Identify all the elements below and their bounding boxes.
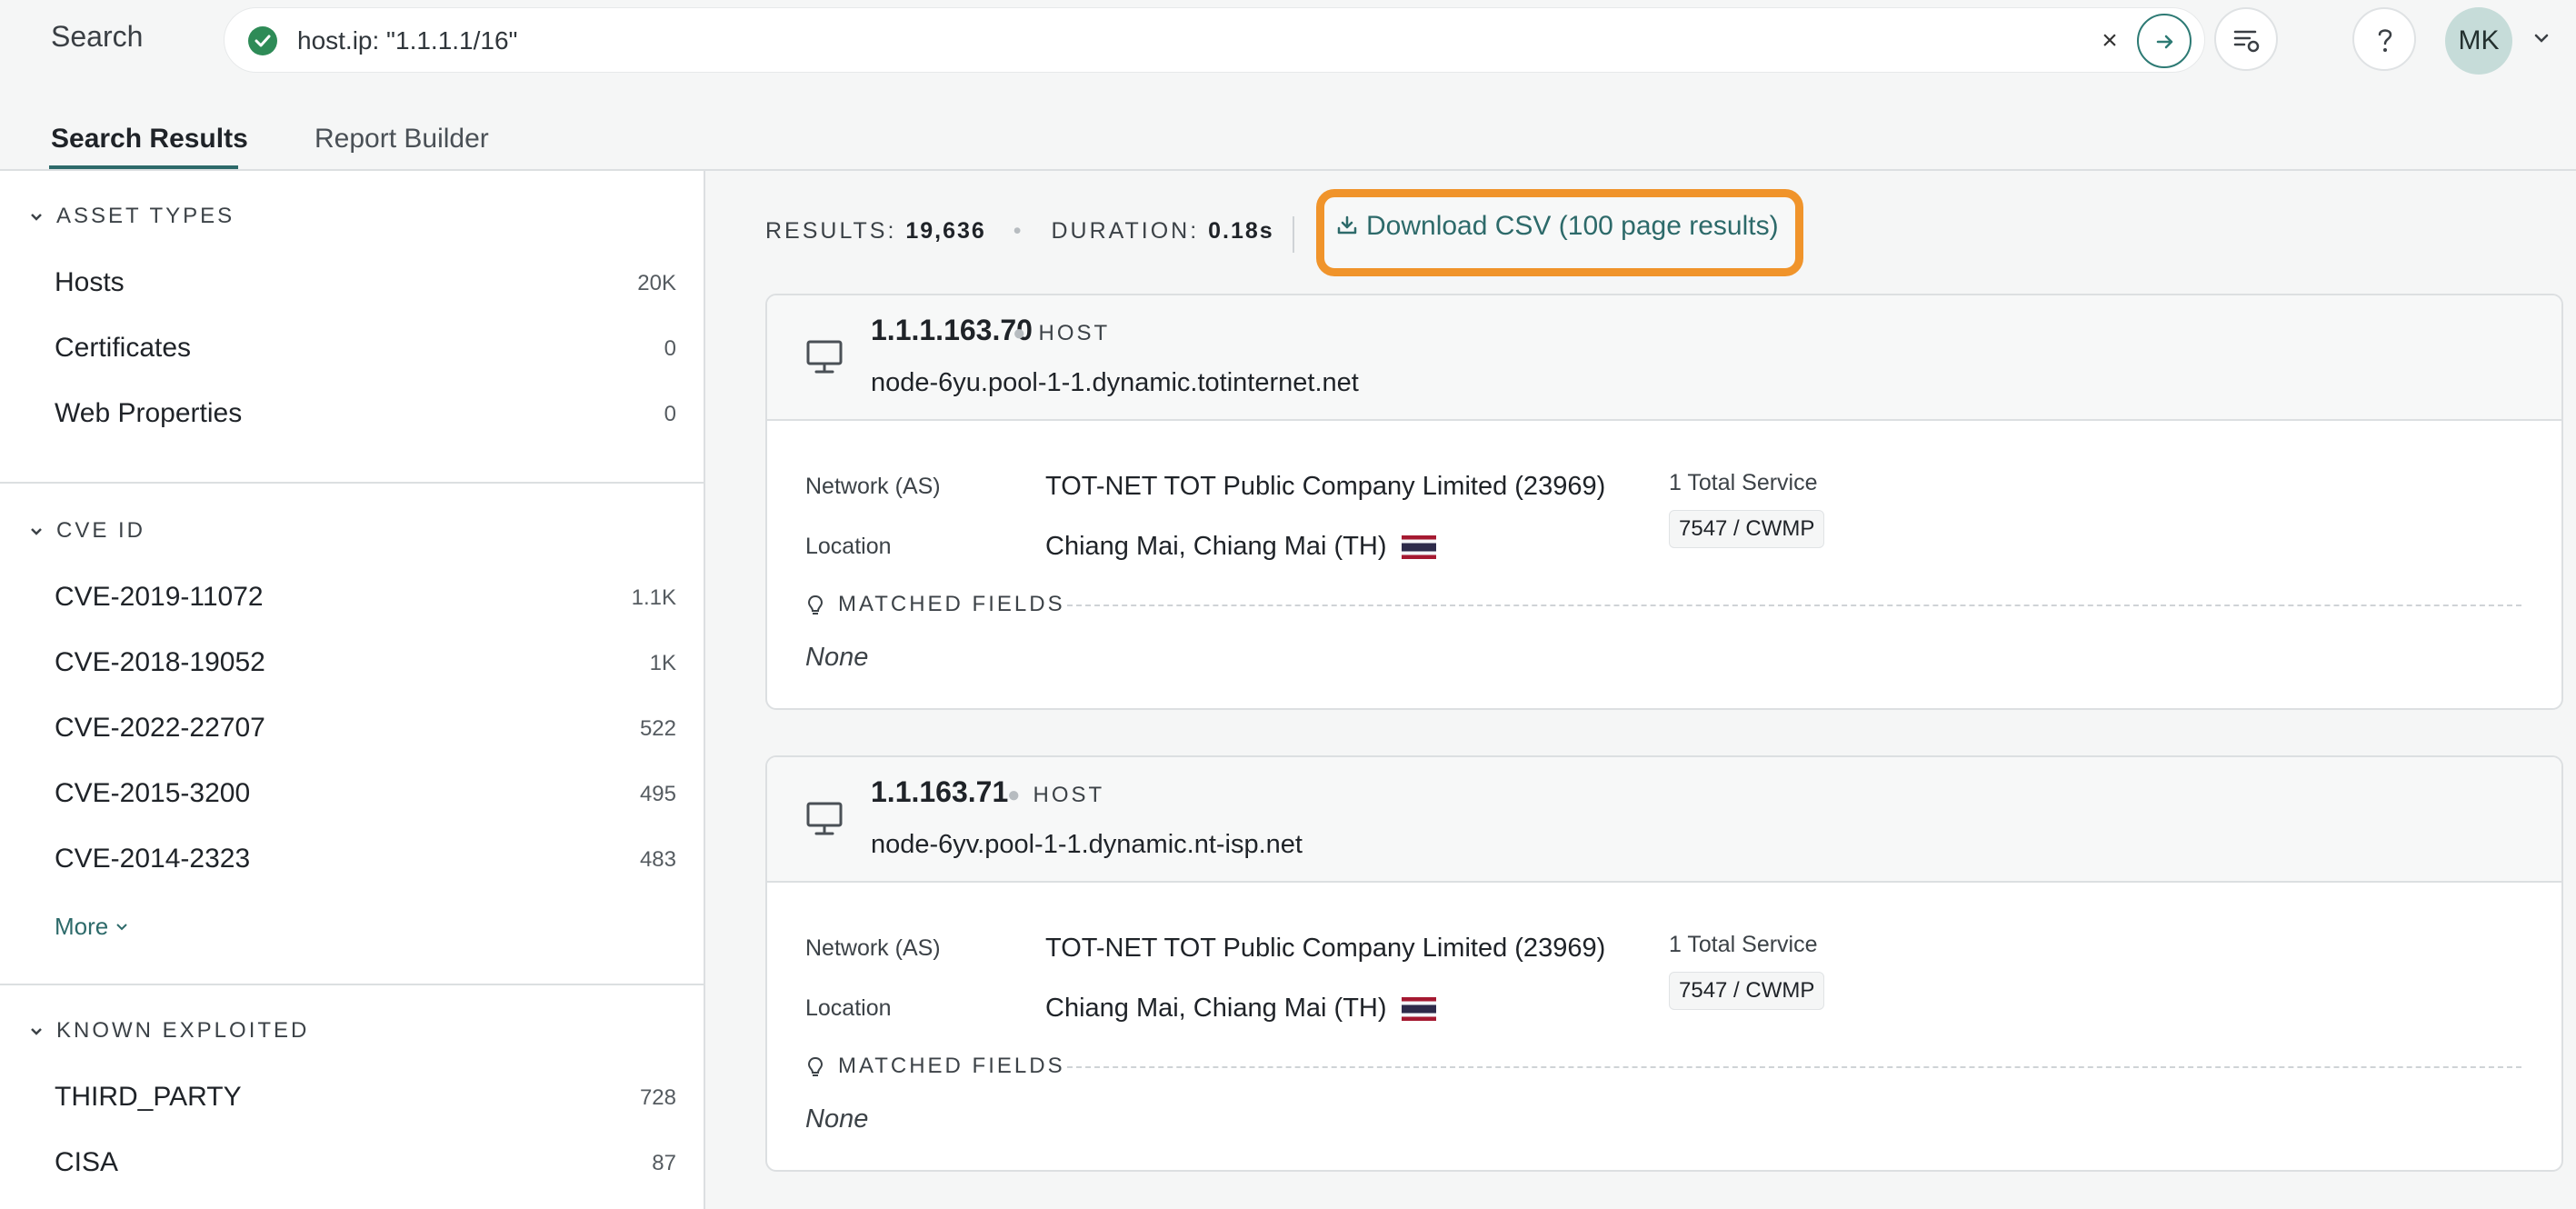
facet-hosts[interactable]: Hosts 20K xyxy=(55,267,676,298)
hostname: node-6yu.pool-1-1.dynamic.totinternet.ne… xyxy=(871,368,1359,397)
tab-search-results[interactable]: Search Results xyxy=(51,124,248,155)
facet-certificates[interactable]: Certificates 0 xyxy=(55,333,676,364)
chevron-down-icon xyxy=(29,1018,47,1044)
facet-cve[interactable]: CVE-2014-2323 483 xyxy=(55,844,676,874)
section-known-exploited[interactable]: KNOWN EXPLOITED xyxy=(29,1018,309,1044)
tab-report-builder[interactable]: Report Builder xyxy=(315,124,489,155)
download-csv-button[interactable]: Download CSV (100 page results) xyxy=(1316,189,1803,276)
search-submit-button[interactable] xyxy=(2137,14,2192,68)
services-total: 1 Total Service xyxy=(1669,932,1818,957)
facet-third-party[interactable]: THIRD_PARTY 728 xyxy=(55,1082,676,1113)
lightbulb-icon xyxy=(807,595,824,614)
close-icon[interactable]: × xyxy=(2092,23,2128,59)
page-title: Search xyxy=(51,20,144,53)
network-value[interactable]: TOT-NET TOT Public Company Limited (2396… xyxy=(1045,934,1605,964)
host-result-card: 1.1.163.71 ● HOST node-6yv.pool-1-1.dynam… xyxy=(765,755,2563,1172)
facet-cve[interactable]: CVE-2022-22707 522 xyxy=(55,713,676,744)
network-value[interactable]: TOT-NET TOT Public Company Limited (2396… xyxy=(1045,472,1605,502)
monitor-icon xyxy=(806,340,843,374)
network-label: Network (AS) xyxy=(805,474,941,499)
arrow-right-icon xyxy=(2156,35,2173,49)
monitor-icon xyxy=(806,802,843,835)
check-circle-icon xyxy=(248,26,277,55)
tab-bar: Search Results Report Builder xyxy=(0,109,2576,171)
thailand-flag-icon xyxy=(1401,535,1436,560)
service-chip[interactable]: 7547 / CWMP xyxy=(1669,510,1825,548)
top-bar: Search host.ip: "1.1.1.1/16" × MK xyxy=(0,0,2576,82)
divider xyxy=(1293,216,1294,253)
chevron-down-icon[interactable] xyxy=(2531,27,2552,49)
filter-sidebar: ASSET TYPES Hosts 20K Certificates 0 Web… xyxy=(0,171,705,1209)
facet-cisa[interactable]: CISA 87 xyxy=(55,1147,676,1178)
hostname: node-6yv.pool-1-1.dynamic.nt-isp.net xyxy=(871,830,1303,859)
search-input[interactable]: host.ip: "1.1.1.1/16" xyxy=(297,26,517,55)
download-icon xyxy=(1337,215,1357,235)
thailand-flag-icon xyxy=(1401,997,1436,1022)
chevron-down-icon xyxy=(29,518,47,544)
help-icon xyxy=(2378,29,2392,52)
location-value[interactable]: Chiang Mai, Chiang Mai (TH) xyxy=(1045,532,1436,562)
location-label: Location xyxy=(805,995,892,1021)
matched-fields-header: MATCHED FIELDS xyxy=(805,592,1065,617)
facet-cve[interactable]: CVE-2019-11072 1.1K xyxy=(55,582,676,613)
results-stats: RESULTS: 19,636 • DURATION: 0.18s xyxy=(765,218,1274,244)
host-ip-link[interactable]: 1.1.1.163.70 xyxy=(871,314,1033,347)
section-asset-types[interactable]: ASSET TYPES xyxy=(29,204,235,229)
facet-cve[interactable]: CVE-2018-19052 1K xyxy=(55,647,676,678)
results-panel: RESULTS: 19,636 • DURATION: 0.18s Downlo… xyxy=(707,171,2576,1209)
avatar[interactable]: MK xyxy=(2445,7,2512,75)
location-value[interactable]: Chiang Mai, Chiang Mai (TH) xyxy=(1045,994,1436,1024)
card-header: 1.1.163.71 ● HOST node-6yv.pool-1-1.dynam… xyxy=(767,757,2561,883)
matched-fields-header: MATCHED FIELDS xyxy=(805,1054,1065,1079)
services-total: 1 Total Service xyxy=(1669,470,1818,495)
network-label: Network (AS) xyxy=(805,935,941,961)
dashed-divider xyxy=(1067,604,2521,606)
help-button[interactable] xyxy=(2352,7,2416,71)
card-header: 1.1.1.163.70 ● HOST node-6yu.pool-1-1.dyn… xyxy=(767,295,2561,421)
divider xyxy=(0,984,705,985)
more-link[interactable]: More xyxy=(55,913,129,941)
host-ip-link[interactable]: 1.1.163.71 xyxy=(871,775,1008,809)
host-type-tag: ● HOST xyxy=(1007,783,1105,807)
results-count: 19,636 xyxy=(905,218,986,244)
host-result-card: 1.1.1.163.70 ● HOST node-6yu.pool-1-1.dyn… xyxy=(765,294,2563,710)
active-tab-indicator xyxy=(49,165,238,169)
location-label: Location xyxy=(805,534,892,559)
facet-cve[interactable]: CVE-2015-3200 495 xyxy=(55,778,676,809)
section-cve-id[interactable]: CVE ID xyxy=(29,518,145,544)
chevron-down-icon xyxy=(116,924,128,931)
divider xyxy=(0,482,705,484)
lightbulb-icon xyxy=(807,1056,824,1076)
dashed-divider xyxy=(1067,1066,2521,1068)
chevron-down-icon xyxy=(29,204,47,229)
matched-fields-value: None xyxy=(805,643,869,672)
filter-settings-button[interactable] xyxy=(2214,7,2278,71)
facet-web-properties[interactable]: Web Properties 0 xyxy=(55,398,676,429)
duration-value: 0.18s xyxy=(1208,218,1274,244)
filter-settings-icon xyxy=(2233,30,2260,53)
service-chip[interactable]: 7547 / CWMP xyxy=(1669,972,1825,1010)
search-bar[interactable]: host.ip: "1.1.1.1/16" × xyxy=(224,7,2205,73)
host-type-tag: ● HOST xyxy=(1013,321,1111,345)
matched-fields-value: None xyxy=(805,1104,869,1134)
